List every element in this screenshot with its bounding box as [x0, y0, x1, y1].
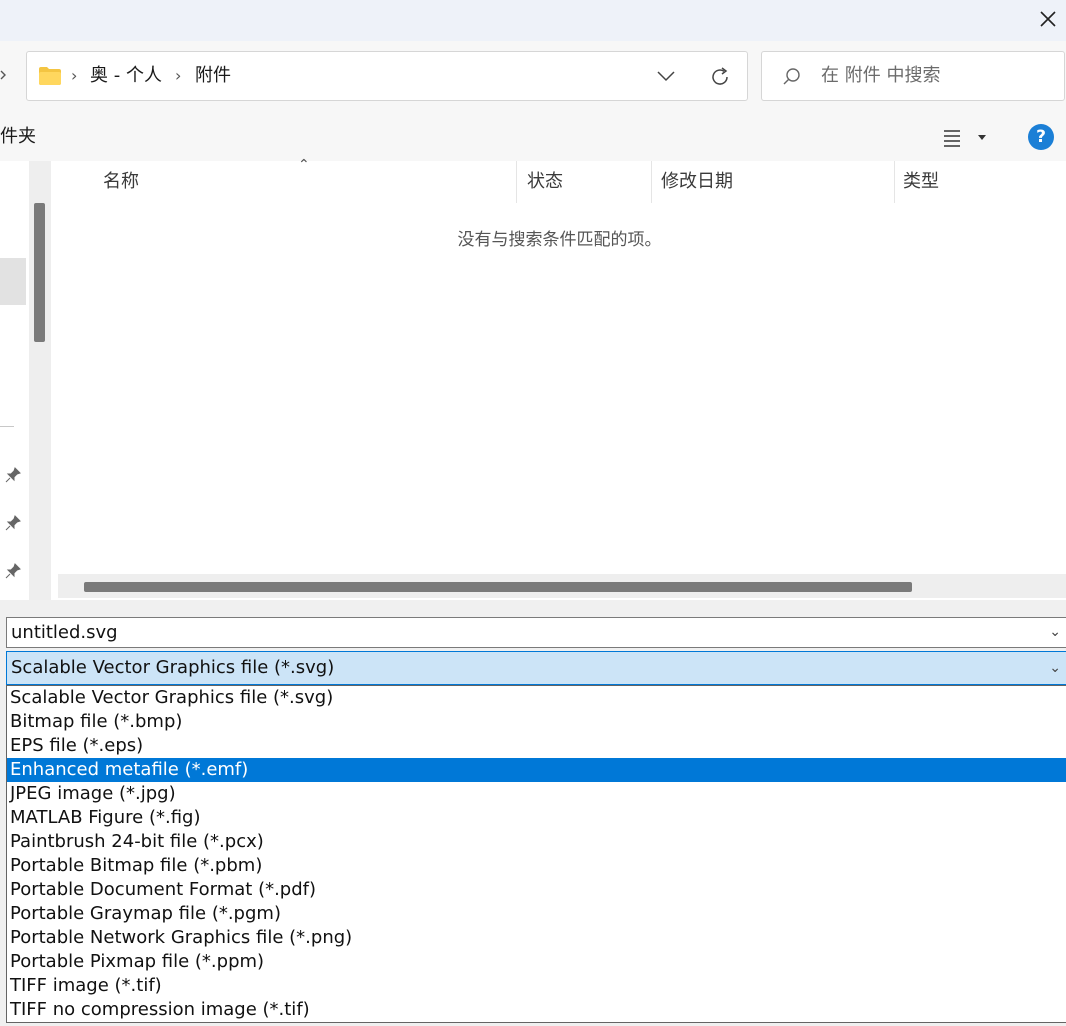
sort-caret-icon: ⌃ — [298, 157, 310, 173]
address-bar[interactable]: › 奥 - 个人 › 附件 — [26, 51, 748, 101]
breadcrumb-separator: › — [175, 66, 182, 85]
breadcrumb-item[interactable]: 附件 — [195, 52, 231, 100]
title-bar — [0, 0, 1066, 41]
file-type-option[interactable]: Portable Pixmap file (*.ppm) — [7, 950, 1066, 974]
file-type-option[interactable]: Bitmap file (*.bmp) — [7, 710, 1066, 734]
breadcrumb-item[interactable]: 奥 - 个人 — [90, 52, 162, 100]
column-header-type[interactable]: 类型 — [903, 161, 939, 203]
chevron-down-icon[interactable]: ⌄ — [1049, 618, 1061, 647]
vertical-scroll-thumb[interactable] — [34, 203, 45, 342]
file-type-selected: Scalable Vector Graphics file (*.svg) — [11, 657, 335, 678]
caret-down-icon — [978, 135, 986, 140]
view-options-button[interactable] — [942, 127, 994, 149]
file-list — [53, 161, 1066, 573]
filename-input[interactable] — [7, 618, 1011, 647]
column-header-status[interactable]: 状态 — [527, 161, 563, 203]
close-button[interactable] — [1030, 0, 1066, 38]
column-divider[interactable] — [894, 161, 895, 203]
empty-message: 没有与搜索条件匹配的项。 — [457, 230, 662, 250]
file-type-option[interactable]: Paintbrush 24-bit file (*.pcx) — [7, 830, 1066, 854]
refresh-icon[interactable] — [709, 66, 731, 88]
pin-icon — [5, 563, 21, 579]
search-placeholder: 在 附件 中搜索 — [821, 65, 941, 86]
search-box[interactable]: 在 附件 中搜索 — [761, 51, 1065, 101]
horizontal-scroll-thumb[interactable] — [84, 582, 912, 592]
file-type-option[interactable]: Scalable Vector Graphics file (*.svg) — [7, 686, 1066, 710]
file-type-option[interactable]: TIFF image (*.tif) — [7, 974, 1066, 998]
new-folder-button[interactable]: 件夹 — [0, 113, 36, 161]
search-icon — [783, 68, 800, 85]
file-type-dropdown: Scalable Vector Graphics file (*.svg) Bi… — [6, 685, 1066, 1023]
chevron-down-icon[interactable] — [657, 70, 675, 82]
file-type-select[interactable]: Scalable Vector Graphics file (*.svg) ⌄ — [6, 651, 1066, 685]
column-divider[interactable] — [516, 161, 517, 203]
file-type-option[interactable]: JPEG image (*.jpg) — [7, 782, 1066, 806]
up-chevron-icon[interactable] — [0, 60, 14, 90]
chevron-down-icon[interactable]: ⌄ — [1049, 652, 1061, 684]
column-header-date-modified[interactable]: 修改日期 — [661, 161, 733, 203]
file-type-option[interactable]: EPS file (*.eps) — [7, 734, 1066, 758]
pin-icon — [5, 467, 21, 483]
close-icon — [1040, 11, 1056, 27]
nav-selected-item[interactable] — [0, 258, 26, 305]
file-type-option[interactable]: TIFF no compression image (*.tif) — [7, 998, 1066, 1022]
column-divider[interactable] — [651, 161, 652, 203]
file-type-option[interactable]: Portable Document Format (*.pdf) — [7, 878, 1066, 902]
command-bar — [0, 113, 1066, 161]
column-header-name[interactable]: 名称 — [103, 161, 139, 203]
help-icon[interactable]: ? — [1028, 124, 1054, 150]
file-type-option[interactable]: Portable Bitmap file (*.pbm) — [7, 854, 1066, 878]
file-type-option-highlighted[interactable]: Enhanced metafile (*.emf) — [7, 758, 1066, 782]
file-type-option[interactable]: MATLAB Figure (*.fig) — [7, 806, 1066, 830]
breadcrumb-separator: › — [71, 66, 78, 85]
pin-icon — [5, 515, 21, 531]
navigation-pane — [0, 161, 26, 601]
file-type-option[interactable]: Portable Graymap file (*.pgm) — [7, 902, 1066, 926]
file-type-option[interactable]: Portable Network Graphics file (*.png) — [7, 926, 1066, 950]
folder-icon — [39, 67, 61, 85]
filename-field[interactable]: ⌄ — [6, 617, 1066, 648]
nav-divider — [0, 426, 14, 427]
view-menu-icon — [944, 130, 960, 147]
